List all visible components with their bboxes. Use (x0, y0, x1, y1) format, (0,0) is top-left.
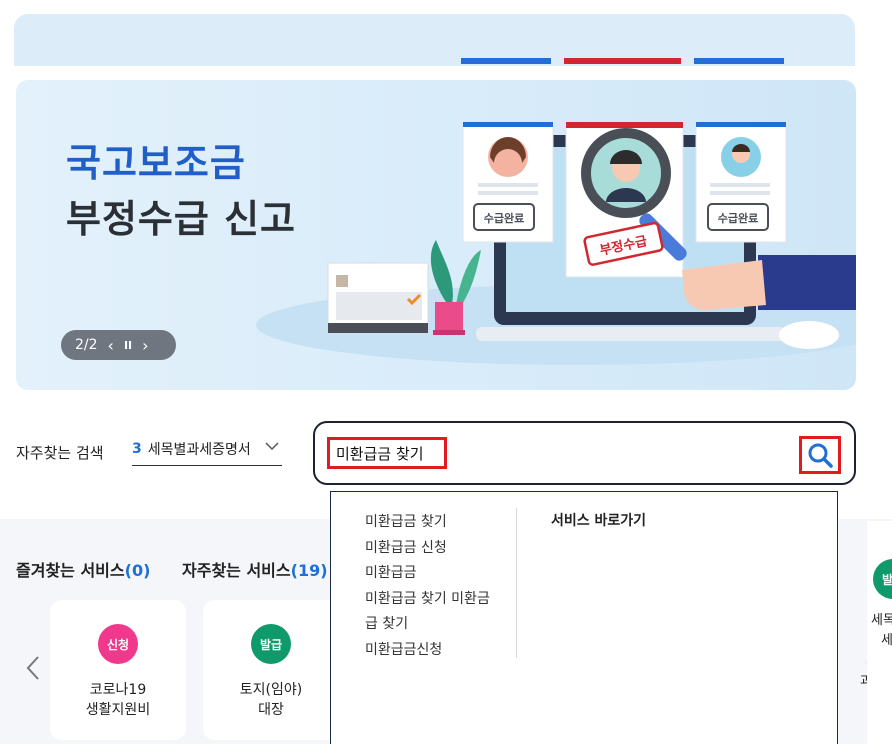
stamp-completed-right: 수급완료 (718, 212, 758, 225)
partial-card-line2: 세 (881, 633, 892, 648)
service-card-line2: 대장 (258, 702, 284, 718)
service-card-line1: 코로나19 (89, 682, 147, 698)
suggestion-item[interactable]: 미환급금 (365, 561, 505, 587)
slide-prev-icon[interactable]: ‹ (108, 336, 114, 355)
keyword-rank: 3 (132, 440, 142, 457)
banner-top-strip (14, 14, 855, 66)
stamp-completed-left: 수급완료 (484, 212, 524, 225)
service-card-partial[interactable]: 발급 세목 세 (867, 521, 892, 744)
chevron-left-icon[interactable] (24, 655, 42, 681)
suggestion-item[interactable]: 미환급금 찾기 (365, 510, 505, 536)
banner-strip-blue-bar (461, 58, 551, 64)
suggestion-item[interactable]: 미환급금신청 (365, 638, 505, 664)
service-card-line1: 토지(임야) (239, 682, 303, 698)
slide-counter: 2/2 (75, 337, 98, 353)
slide-pause-icon[interactable]: II (124, 339, 132, 352)
slide-next-icon[interactable]: › (142, 336, 148, 355)
service-card-label: 코로나19 생활지원비 (50, 680, 186, 720)
apply-badge: 신청 (98, 624, 138, 664)
issue-badge: 발급 (873, 559, 892, 599)
search-icon (808, 443, 833, 468)
suggestion-item-continued[interactable]: 급 찾기 (365, 612, 505, 638)
keyword-text: 세목별과세증명서 (147, 441, 251, 458)
suggestion-item[interactable]: 미환급금 찾기 미환금 (365, 587, 505, 613)
partial-card-line1: 세목 (871, 613, 892, 628)
partial-card-label: 세목 세 (871, 611, 892, 651)
service-card-land[interactable]: 발급 토지(임야) 대장 (203, 600, 339, 740)
suggestion-list: 미환급금 찾기 미환급금 신청 미환급금 미환급금 찾기 미환금 급 찾기 미환… (365, 510, 505, 663)
service-card-label: 토지(임야) 대장 (203, 680, 339, 720)
tab-favorite-count: (0) (124, 561, 151, 580)
frequent-search-label: 자주찾는 검색 (16, 444, 104, 462)
main-banner[interactable]: 국고보조금 부정수급 신고 수급완료 부정수급 수급완료 2/2 ‹ II › (16, 80, 856, 390)
service-shortcut-header: 서비스 바로가기 (551, 513, 647, 529)
tab-favorite-label: 즐겨찾는 서비스 (16, 561, 125, 580)
tab-frequent-count: (19) (290, 561, 328, 580)
autocomplete-dropdown: 미환급금 찾기 미환급금 신청 미환급금 미환급금 찾기 미환금 급 찾기 미환… (330, 491, 838, 744)
chevron-down-icon (265, 442, 279, 451)
dropdown-divider (516, 508, 517, 658)
service-card-line2: 생활지원비 (85, 702, 151, 718)
banner-strip-blue-bar-2 (694, 58, 784, 64)
search-input[interactable] (327, 437, 447, 469)
service-card-covid[interactable]: 신청 코로나19 생활지원비 (50, 600, 186, 740)
tab-frequent-services[interactable]: 자주찾는 서비스(19) (182, 557, 328, 581)
slide-controls: 2/2 ‹ II › (61, 330, 176, 360)
banner-strip-red-bar (564, 58, 681, 64)
issue-badge: 발급 (251, 624, 291, 664)
search-button[interactable] (799, 436, 841, 474)
search-box (313, 421, 856, 485)
tab-favorite-services[interactable]: 즐겨찾는 서비스(0) (16, 557, 150, 581)
tab-frequent-label: 자주찾는 서비스 (182, 561, 291, 580)
suggestion-item[interactable]: 미환급금 신청 (365, 536, 505, 562)
frequent-keyword-select[interactable]: 3 세목별과세증명서 (132, 432, 282, 466)
